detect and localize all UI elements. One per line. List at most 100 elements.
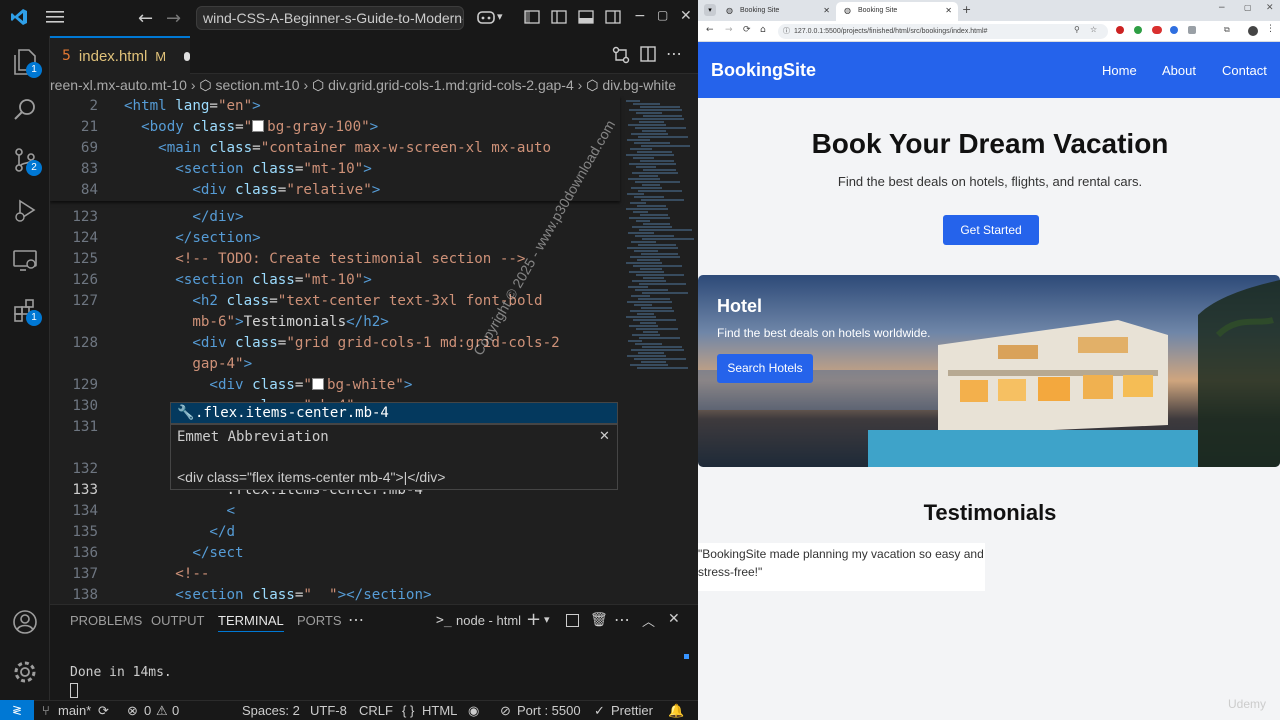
code-line[interactable]: 135 </d — [50, 522, 620, 543]
prettier-status[interactable]: Prettier — [611, 703, 653, 718]
color-swatch-icon[interactable] — [311, 378, 324, 390]
copilot-icon[interactable]: ◉ — [468, 703, 479, 719]
nav-link-about[interactable]: About — [1162, 63, 1196, 78]
extension-icon[interactable] — [1116, 26, 1124, 34]
extension-icon[interactable] — [1170, 26, 1178, 34]
code-line[interactable]: 127 <h2 class="text-center text-3xl font… — [50, 291, 620, 312]
close-panel-icon[interactable]: ✕ — [668, 611, 680, 627]
code-line[interactable]: 136 </sect — [50, 543, 620, 564]
compare-changes-icon[interactable] — [612, 46, 630, 64]
get-started-button[interactable]: Get Started — [943, 215, 1039, 245]
browser-tab-active[interactable]: ◍ Booking Site ✕ — [836, 2, 958, 21]
command-center[interactable]: wind-CSS-A-Beginner-s-Guide-to-Modern-We… — [196, 6, 464, 30]
code-line[interactable]: 128 <div class="grid grid-cols-1 md:grid… — [50, 333, 620, 354]
new-terminal-icon[interactable]: + — [526, 609, 541, 630]
tab-ports[interactable]: PORTS — [297, 613, 342, 628]
accounts-button[interactable] — [0, 598, 50, 646]
site-brand[interactable]: BookingSite — [711, 60, 816, 81]
maximize-icon[interactable]: ▢ — [657, 8, 668, 22]
nav-link-home[interactable]: Home — [1102, 63, 1137, 78]
warning-count[interactable]: 0 — [172, 703, 179, 718]
close-icon[interactable]: ✕ — [680, 8, 692, 24]
address-bar[interactable]: ⓘ 127.0.0.1:5500/projects/finished/html/… — [778, 24, 1108, 39]
suggestion-item[interactable]: 🔧 .flex.items-center.mb-4 — [170, 402, 618, 424]
split-terminal-icon[interactable] — [566, 614, 579, 627]
back-arrow-icon[interactable]: ← — [706, 25, 714, 35]
minimize-icon[interactable]: − — [634, 8, 646, 24]
code-line[interactable]: gap-4"> — [50, 354, 620, 375]
tab-output[interactable]: OUTPUT — [151, 613, 204, 628]
tab-problems[interactable]: PROBLEMS — [70, 613, 142, 628]
close-icon[interactable]: ✕ — [599, 429, 610, 444]
nav-link-contact[interactable]: Contact — [1222, 63, 1267, 78]
code-line[interactable]: 137 <!-- — [50, 564, 620, 585]
chevron-down-icon[interactable]: ▾ — [497, 10, 503, 23]
breadcrumb-item[interactable]: reen-xl.mx-auto.mt-10 — [50, 77, 187, 93]
live-server-port[interactable]: Port : 5500 — [517, 703, 581, 718]
minimize-icon[interactable]: − — [1218, 3, 1226, 13]
tab-index-html[interactable]: 5 index.html M — [50, 36, 190, 74]
close-tab-icon[interactable]: ✕ — [945, 2, 952, 19]
extension-icon[interactable] — [1134, 26, 1142, 34]
breadcrumb-item[interactable]: div.bg-white — [602, 77, 676, 93]
copilot-icon[interactable] — [476, 9, 496, 25]
language-mode[interactable]: HTML — [422, 703, 457, 718]
extension-icon[interactable] — [1188, 26, 1196, 34]
maximize-icon[interactable]: ▢ — [1244, 3, 1252, 12]
terminal-name[interactable]: node - html — [456, 613, 521, 628]
code-line[interactable]: 21 <body class=" bg-gray-100"> — [50, 117, 620, 138]
toggle-panel-icon[interactable] — [578, 9, 594, 25]
breadcrumb-item[interactable]: div.grid.grid-cols-1.md:grid-cols-2.gap-… — [328, 77, 574, 93]
maximize-panel-icon[interactable]: ︿ — [642, 611, 655, 630]
code-line[interactable]: 126 <section class="mt-10"> — [50, 270, 620, 291]
sync-icon[interactable]: ⟳ — [98, 703, 109, 719]
forward-arrow-icon[interactable]: → — [166, 8, 181, 29]
browser-tab[interactable]: ◍ Booking Site ✕ — [718, 2, 836, 21]
toggle-sidebar-icon[interactable] — [551, 9, 567, 25]
extension-icon[interactable] — [1152, 26, 1162, 34]
chevron-down-icon[interactable]: ▾ — [544, 613, 550, 626]
forward-arrow-icon[interactable]: → — [725, 25, 733, 35]
git-branch[interactable]: main* — [58, 703, 91, 718]
close-icon[interactable]: ✕ — [1266, 3, 1274, 13]
back-arrow-icon[interactable]: ← — [138, 8, 153, 29]
remote-indicator[interactable]: ≷ — [0, 700, 34, 720]
toggle-secondary-sidebar-icon[interactable] — [605, 9, 621, 25]
code-line[interactable]: 2 <html lang="en"> — [50, 96, 620, 117]
bell-icon[interactable]: 🔔 — [668, 703, 684, 719]
minimap[interactable] — [622, 96, 698, 604]
unsaved-dot-icon[interactable] — [184, 51, 190, 61]
remote-explorer-button[interactable] — [0, 236, 50, 284]
close-tab-icon[interactable]: ✕ — [823, 2, 830, 19]
source-control-button[interactable]: 2 — [0, 136, 50, 184]
more-actions-icon[interactable]: ⋯ — [666, 44, 682, 63]
explorer-button[interactable]: 1 — [0, 38, 50, 86]
new-tab-icon[interactable]: + — [962, 3, 971, 16]
line-ending[interactable]: CRLF — [359, 703, 393, 718]
trash-icon[interactable]: 🗑 — [590, 612, 608, 628]
home-icon[interactable]: ⌂ — [760, 25, 766, 35]
menu-icon[interactable] — [46, 9, 64, 25]
more-tabs-icon[interactable]: ⋯ — [348, 610, 364, 630]
breadcrumb-item[interactable]: section.mt-10 — [216, 77, 300, 93]
code-line[interactable]: mb-6">Testimonials</h2> — [50, 312, 620, 333]
tab-list-icon[interactable]: ▾ — [704, 4, 716, 16]
code-line[interactable]: 134 < — [50, 501, 620, 522]
reload-icon[interactable]: ⟳ — [743, 25, 751, 35]
encoding[interactable]: UTF-8 — [310, 703, 347, 718]
search-hotels-button[interactable]: Search Hotels — [717, 354, 813, 383]
manage-button[interactable] — [0, 648, 50, 696]
bookmark-star-icon[interactable]: ☆ — [1090, 25, 1097, 34]
tab-terminal[interactable]: TERMINAL — [218, 613, 284, 632]
code-line[interactable]: 69 <main class="container max-w-screen-x… — [50, 138, 620, 159]
code-line[interactable]: 84 <div class="relative"> — [50, 180, 620, 201]
run-debug-button[interactable] — [0, 186, 50, 234]
indentation[interactable]: Spaces: 2 — [242, 703, 300, 718]
profile-avatar[interactable] — [1248, 26, 1258, 36]
layout-icon[interactable] — [524, 9, 540, 25]
search-button[interactable] — [0, 86, 50, 134]
extensions-button[interactable]: 1 — [0, 286, 50, 334]
extensions-puzzle-icon[interactable]: ⧉ — [1224, 25, 1230, 35]
code-editor[interactable]: 2 <html lang="en"> 21 <body class=" bg-gray… — [50, 96, 698, 604]
code-line[interactable]: 129 <div class=" bg-white"> — [50, 375, 620, 396]
